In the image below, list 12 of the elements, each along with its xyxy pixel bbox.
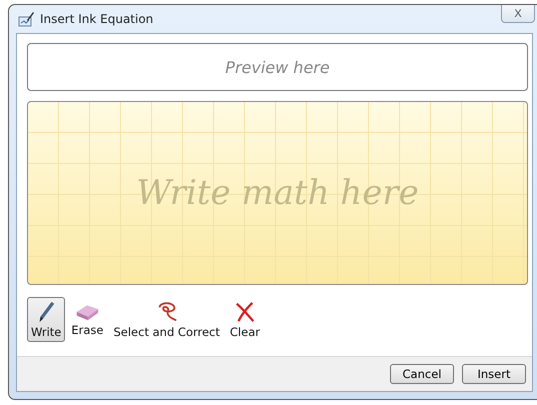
- close-button[interactable]: X: [501, 5, 535, 23]
- tool-button[interactable]: Erase: [67, 297, 108, 342]
- pen-icon: [18, 11, 34, 27]
- canvas-placeholder: Write math here: [136, 173, 419, 213]
- window-title: Insert Ink Equation: [40, 12, 154, 26]
- x-icon: [234, 300, 256, 324]
- preview-field[interactable]: Preview here: [27, 43, 528, 91]
- dialog-button[interactable]: Insert: [462, 364, 526, 384]
- dialog-button[interactable]: Cancel: [390, 364, 454, 384]
- tool-button[interactable]: Write: [27, 297, 66, 342]
- tool-button[interactable]: Clear: [226, 297, 264, 342]
- tool-button[interactable]: Select and Correct: [109, 297, 224, 342]
